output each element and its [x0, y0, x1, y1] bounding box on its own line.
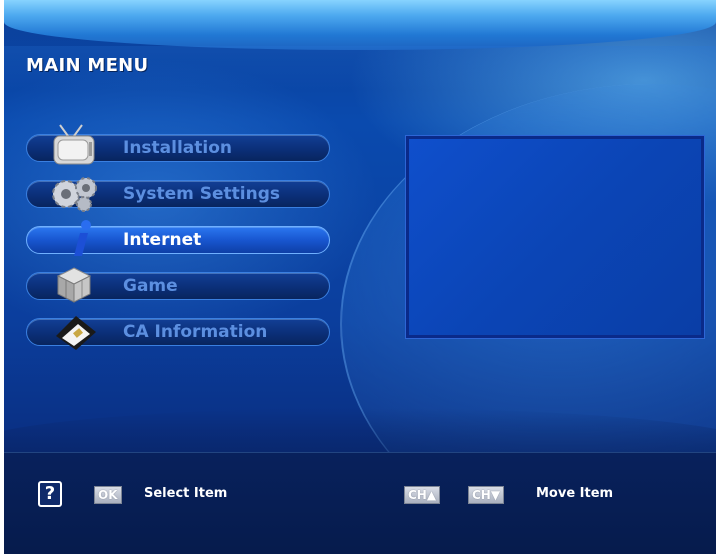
menu-item-game[interactable]: Game: [26, 267, 330, 303]
card-icon: [44, 308, 104, 352]
menu-item-label: Internet: [123, 230, 202, 250]
main-menu: Installation System Settings Internet Ga…: [26, 124, 336, 350]
preview-window: [405, 135, 705, 339]
tv-icon: [44, 124, 104, 168]
page-title: MAIN MENU: [26, 55, 149, 76]
tv-screen: MAIN MENU Installation System Settings I…: [4, 0, 716, 554]
menu-item-system-settings[interactable]: System Settings: [26, 177, 330, 212]
menu-item-label: CA Information: [123, 322, 268, 342]
menu-item-internet[interactable]: Internet: [26, 220, 330, 256]
top-band: [4, 0, 716, 50]
help-icon[interactable]: ?: [38, 481, 62, 507]
select-item-hint: Select Item: [144, 486, 228, 501]
menu-item-label: System Settings: [123, 184, 280, 204]
ch-down-key: CH▼: [468, 486, 505, 504]
gears-icon: [44, 170, 104, 214]
ch-up-key: CH▲: [404, 486, 441, 504]
cube-icon: [44, 262, 104, 306]
info-icon: [44, 216, 104, 260]
ok-key: OK: [94, 486, 122, 504]
menu-item-label: Installation: [123, 138, 233, 158]
menu-item-label: Game: [123, 276, 178, 296]
menu-item-ca-information[interactable]: CA Information: [26, 316, 330, 350]
menu-item-installation[interactable]: Installation: [26, 124, 330, 165]
move-item-hint: Move Item: [536, 486, 614, 501]
